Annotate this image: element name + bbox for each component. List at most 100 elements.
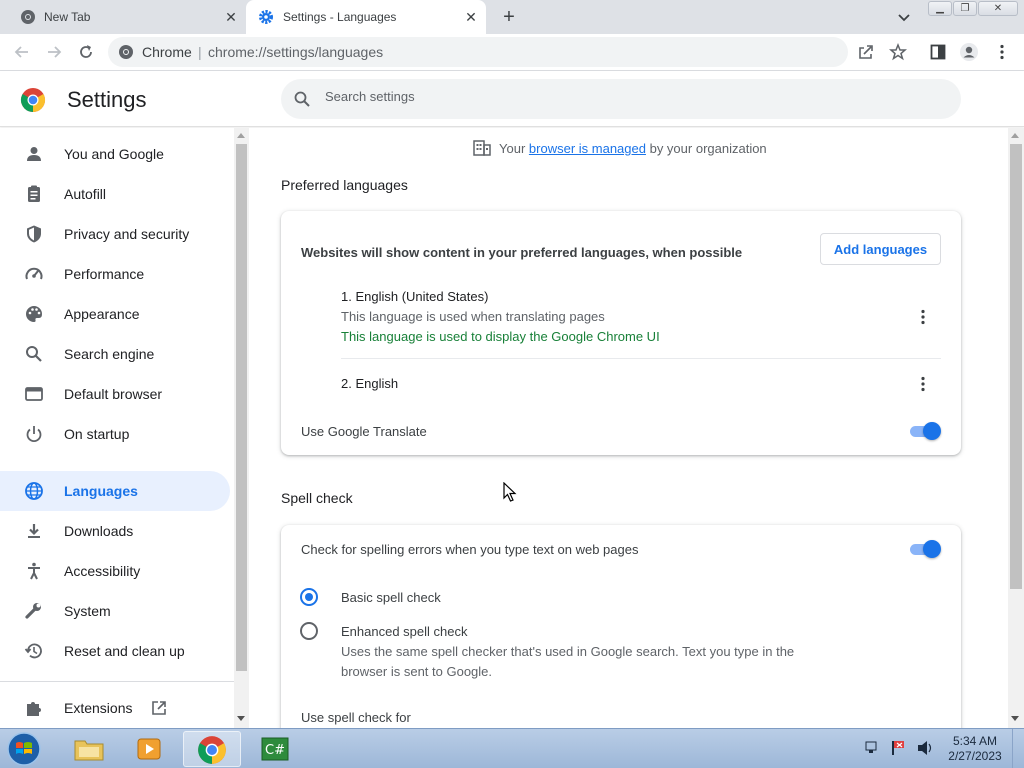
sidebar-item-languages[interactable]: Languages <box>0 471 230 511</box>
address-bar[interactable]: Chrome | chrome://settings/languages <box>108 37 848 67</box>
sidebar-item-on-startup[interactable]: On startup <box>0 414 230 454</box>
scroll-up-arrow[interactable] <box>1011 133 1019 138</box>
forward-arrow-icon[interactable] <box>44 42 64 62</box>
system-clock[interactable]: 5:34 AM 2/27/2023 <box>944 734 1006 764</box>
sidebar-item-search-engine[interactable]: Search engine <box>0 334 230 374</box>
reload-icon[interactable] <box>76 42 96 62</box>
back-arrow-icon[interactable] <box>12 42 32 62</box>
clock-date: 2/27/2023 <box>948 749 1002 763</box>
mouse-cursor-icon <box>503 482 517 502</box>
chrome-logo-icon <box>20 88 46 112</box>
scroll-up-arrow[interactable] <box>237 133 245 138</box>
enhanced-spell-check-description: browser is sent to Google. <box>341 664 493 679</box>
site-label: Chrome <box>142 44 192 60</box>
sidebar-item-label: Languages <box>64 483 138 499</box>
enhanced-spell-check-description: Uses the same spell checker that's used … <box>341 644 795 659</box>
page-title: Settings <box>67 87 147 112</box>
sidebar-item-performance[interactable]: Performance <box>0 254 230 294</box>
languages-description: Websites will show content in your prefe… <box>301 245 743 260</box>
download-icon <box>28 524 40 538</box>
taskbar-media-player[interactable] <box>120 731 178 767</box>
chrome-icon <box>21 10 35 24</box>
sidebar-item-label: Reset and clean up <box>64 643 185 659</box>
sidebar-item-label: Extensions <box>64 700 133 716</box>
profile-icon[interactable] <box>959 42 979 62</box>
open-in-new-icon <box>152 701 166 715</box>
section-title-preferred-languages: Preferred languages <box>281 177 408 193</box>
basic-spell-check-radio[interactable] <box>300 588 318 606</box>
share-icon[interactable] <box>856 42 876 62</box>
taskbar-csharp-app[interactable]: C# <box>246 731 304 767</box>
puzzle-icon <box>27 702 41 716</box>
add-languages-button[interactable]: Add languages <box>820 233 941 265</box>
close-window-button[interactable]: ✕ <box>978 1 1018 16</box>
side-panel-icon[interactable] <box>928 42 948 62</box>
chevron-down-icon[interactable] <box>894 7 914 27</box>
enhanced-spell-check-label: Enhanced spell check <box>341 624 468 639</box>
restore-button[interactable]: ❐ <box>953 1 977 16</box>
sidebar-item-label: Autofill <box>64 186 107 202</box>
scroll-down-arrow[interactable] <box>237 716 245 721</box>
sidebar-item-autofill[interactable]: Autofill <box>0 174 230 214</box>
shield-icon <box>27 225 41 243</box>
scrollbar-thumb[interactable] <box>1010 144 1022 589</box>
sidebar-scrollbar[interactable] <box>234 128 249 728</box>
browser-window-icon <box>25 387 43 401</box>
sidebar-item-extensions[interactable]: Extensions <box>0 688 230 728</box>
search-input[interactable] <box>325 89 925 104</box>
url-text: chrome://settings/languages <box>208 44 384 60</box>
globe-icon <box>25 482 43 500</box>
enhanced-spell-check-radio[interactable] <box>300 622 318 640</box>
taskbar-file-explorer[interactable] <box>60 731 118 767</box>
spell-check-toggle[interactable] <box>909 540 941 558</box>
managed-prefix: Your <box>499 141 526 156</box>
preferred-languages-card: Websites will show content in your prefe… <box>281 211 961 455</box>
tab-settings-languages[interactable]: Settings - Languages ✕ <box>246 0 486 34</box>
tab-new-tab[interactable]: New Tab ✕ <box>0 0 246 34</box>
browser-toolbar: Chrome | chrome://settings/languages <box>0 34 1024 71</box>
new-tab-plus-icon[interactable]: + <box>498 6 520 28</box>
minimize-button[interactable]: ▁ <box>928 1 952 16</box>
speedometer-icon <box>25 267 43 280</box>
sidebar-item-label: Default browser <box>64 386 163 402</box>
sidebar-item-label: Performance <box>64 266 145 282</box>
close-tab-icon[interactable]: ✕ <box>462 8 480 26</box>
sidebar-item-you-and-google[interactable]: You and Google <box>0 134 230 174</box>
more-vert-icon[interactable] <box>913 307 933 327</box>
person-icon <box>27 147 41 161</box>
scrollbar-thumb[interactable] <box>236 144 247 671</box>
taskbar-chrome[interactable] <box>183 731 241 767</box>
show-desktop-button[interactable] <box>1012 729 1024 768</box>
more-vert-icon[interactable] <box>913 374 933 394</box>
windows-taskbar: C# 5:34 AM 2/27/2023 <box>0 728 1024 768</box>
search-icon <box>26 346 42 362</box>
sidebar-item-reset-and-clean-up[interactable]: Reset and clean up <box>0 631 230 671</box>
sidebar-item-privacy-and-security[interactable]: Privacy and security <box>0 214 230 254</box>
language-item-note: This language is used when translating p… <box>341 309 605 324</box>
search-box[interactable] <box>281 79 961 119</box>
volume-icon <box>918 741 932 755</box>
close-tab-icon[interactable]: ✕ <box>222 8 240 26</box>
sidebar-item-default-browser[interactable]: Default browser <box>0 374 230 414</box>
main-scrollbar[interactable] <box>1008 128 1024 728</box>
history-icon <box>24 643 42 659</box>
sidebar-item-appearance[interactable]: Appearance <box>0 294 230 334</box>
language-item-name: 2. English <box>341 376 399 391</box>
sidebar-item-label: System <box>64 603 111 619</box>
star-icon[interactable] <box>888 42 908 62</box>
svg-text:C#: C# <box>265 743 285 758</box>
basic-spell-check-label: Basic spell check <box>341 590 441 605</box>
scroll-down-arrow[interactable] <box>1011 716 1019 721</box>
spell-check-card: Check for spelling errors when you type … <box>281 525 961 728</box>
sidebar-item-downloads[interactable]: Downloads <box>0 511 230 551</box>
clipboard-icon <box>28 185 40 202</box>
browser-managed-link[interactable]: browser is managed <box>529 141 646 156</box>
managed-notice: Your browser is managed by your organiza… <box>473 140 767 156</box>
tab-title: New Tab <box>44 10 91 24</box>
main-content: Your browser is managed by your organiza… <box>249 128 1008 728</box>
sidebar-item-accessibility[interactable]: Accessibility <box>0 551 230 591</box>
sidebar-item-system[interactable]: System <box>0 591 230 631</box>
windows-start-icon[interactable] <box>4 731 44 767</box>
google-translate-toggle[interactable] <box>909 422 941 440</box>
more-menu-icon[interactable] <box>992 42 1012 62</box>
